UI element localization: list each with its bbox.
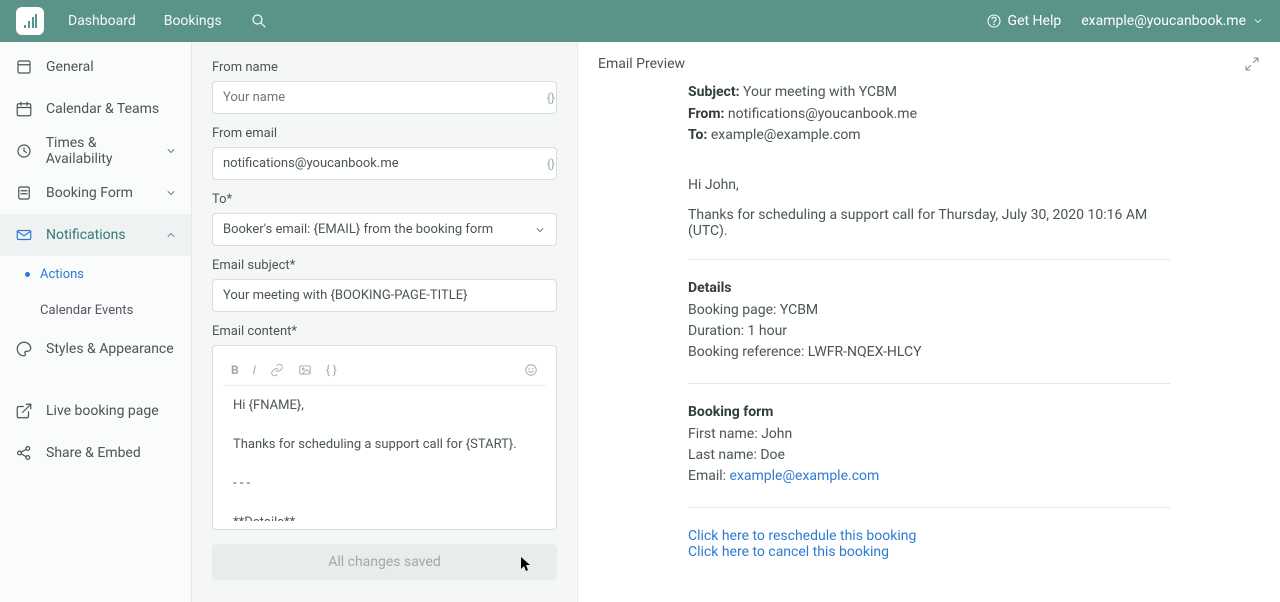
- get-help-label: Get Help: [1008, 13, 1062, 29]
- pv-subject-label: Subject:: [688, 84, 740, 100]
- sidebar-item-live-page[interactable]: Live booking page: [0, 390, 191, 432]
- subject-input[interactable]: [212, 279, 557, 312]
- cancel-link[interactable]: Click here to cancel this booking: [688, 544, 889, 560]
- share-icon: [14, 443, 34, 463]
- sidebar-sub-actions[interactable]: Actions: [0, 256, 191, 292]
- general-icon: [14, 57, 34, 77]
- chevron-down-icon: [165, 187, 177, 199]
- editor-toolbar: B I { }: [223, 354, 546, 386]
- pv-first-name: First name: John: [688, 424, 1170, 445]
- to-label: To*: [212, 192, 573, 207]
- chevron-down-icon: [534, 224, 546, 236]
- sidebar-label: Styles & Appearance: [46, 341, 174, 357]
- emoji-icon[interactable]: [524, 363, 538, 377]
- pv-to-label: To:: [688, 127, 707, 143]
- preview-title: Email Preview: [598, 56, 685, 72]
- sidebar-label: Calendar & Teams: [46, 101, 159, 117]
- logo[interactable]: [16, 7, 44, 35]
- help-icon: [986, 13, 1002, 29]
- sidebar: General Calendar & Teams Times & Availab…: [0, 42, 192, 602]
- sidebar-label: Share & Embed: [46, 445, 141, 461]
- divider: [688, 507, 1170, 508]
- content-editor[interactable]: B I { } Hi {FNAME}, Thanks for schedulin…: [212, 345, 557, 530]
- app-header: Dashboard Bookings Get Help example@youc…: [0, 0, 1280, 42]
- sidebar-label: General: [46, 59, 94, 75]
- sidebar-label: Booking Form: [46, 185, 133, 201]
- pv-intro: Thanks for scheduling a support call for…: [688, 207, 1170, 239]
- sidebar-item-general[interactable]: General: [0, 46, 191, 88]
- editor-body[interactable]: Hi {FNAME}, Thanks for scheduling a supp…: [223, 386, 546, 521]
- pv-subject: Your meeting with YCBM: [743, 84, 897, 100]
- pv-details-body: Booking page: YCBM Duration: 1 hour Book…: [688, 300, 1170, 363]
- email-preview-panel: Email Preview Subject: Your meeting with…: [577, 42, 1280, 602]
- from-name-label: From name: [212, 60, 573, 75]
- pv-to: example@example.com: [711, 127, 861, 143]
- nav-bookings[interactable]: Bookings: [164, 13, 222, 29]
- insert-token-icon[interactable]: {}: [547, 91, 555, 105]
- pv-last-name: Last name: Doe: [688, 445, 1170, 466]
- sidebar-item-booking-form[interactable]: Booking Form: [0, 172, 191, 214]
- mail-icon: [14, 225, 34, 245]
- save-button: All changes saved: [212, 544, 557, 580]
- bold-icon[interactable]: B: [231, 363, 239, 377]
- pv-greeting: Hi John,: [688, 177, 1170, 193]
- from-email-label: From email: [212, 126, 573, 141]
- expand-icon[interactable]: [1244, 56, 1260, 72]
- sidebar-item-times[interactable]: Times & Availability: [0, 130, 191, 172]
- user-email: example@youcanbook.me: [1081, 13, 1246, 29]
- chevron-down-icon: [1252, 15, 1264, 27]
- search-icon[interactable]: [250, 12, 268, 30]
- sidebar-item-styles[interactable]: Styles & Appearance: [0, 328, 191, 370]
- external-link-icon: [14, 401, 34, 421]
- pv-from: notifications@youcanbook.me: [728, 106, 917, 122]
- palette-icon: [14, 339, 34, 359]
- sidebar-item-notifications[interactable]: Notifications: [0, 214, 191, 256]
- pv-from-label: From:: [688, 106, 724, 122]
- notification-form: From name {} From email {} To* Booker's …: [192, 42, 577, 602]
- sidebar-sub-calendar-events[interactable]: Calendar Events: [0, 292, 191, 328]
- subject-label: Email subject*: [212, 258, 573, 273]
- to-select[interactable]: Booker's email: {EMAIL} from the booking…: [212, 213, 557, 246]
- sidebar-label: Notifications: [46, 227, 126, 243]
- chevron-down-icon: [165, 145, 177, 157]
- link-icon[interactable]: [270, 363, 284, 377]
- sidebar-item-calendar-teams[interactable]: Calendar & Teams: [0, 88, 191, 130]
- sidebar-label: Live booking page: [46, 403, 159, 419]
- pv-form-heading: Booking form: [688, 404, 1170, 420]
- get-help-link[interactable]: Get Help: [986, 13, 1062, 29]
- chevron-up-icon: [165, 229, 177, 241]
- reschedule-link[interactable]: Click here to reschedule this booking: [688, 528, 916, 544]
- image-icon[interactable]: [298, 363, 312, 377]
- logo-icon: [22, 13, 38, 29]
- divider: [688, 383, 1170, 384]
- divider: [688, 259, 1170, 260]
- form-icon: [14, 183, 34, 203]
- italic-icon[interactable]: I: [253, 363, 256, 377]
- insert-token-icon[interactable]: {}: [547, 157, 555, 171]
- pv-email-label: Email:: [688, 468, 730, 484]
- sidebar-item-share-embed[interactable]: Share & Embed: [0, 432, 191, 474]
- clock-icon: [14, 141, 34, 161]
- user-menu[interactable]: example@youcanbook.me: [1081, 13, 1264, 29]
- pv-email-link[interactable]: example@example.com: [730, 468, 880, 484]
- content-label: Email content*: [212, 324, 573, 339]
- to-select-value: Booker's email: {EMAIL} from the booking…: [223, 222, 493, 237]
- from-name-input[interactable]: [212, 81, 557, 114]
- calendar-icon: [14, 99, 34, 119]
- token-icon[interactable]: { }: [326, 363, 337, 377]
- nav-dashboard[interactable]: Dashboard: [68, 13, 136, 29]
- from-email-input[interactable]: [212, 147, 557, 180]
- pv-details-heading: Details: [688, 280, 1170, 296]
- sidebar-label: Times & Availability: [46, 135, 165, 167]
